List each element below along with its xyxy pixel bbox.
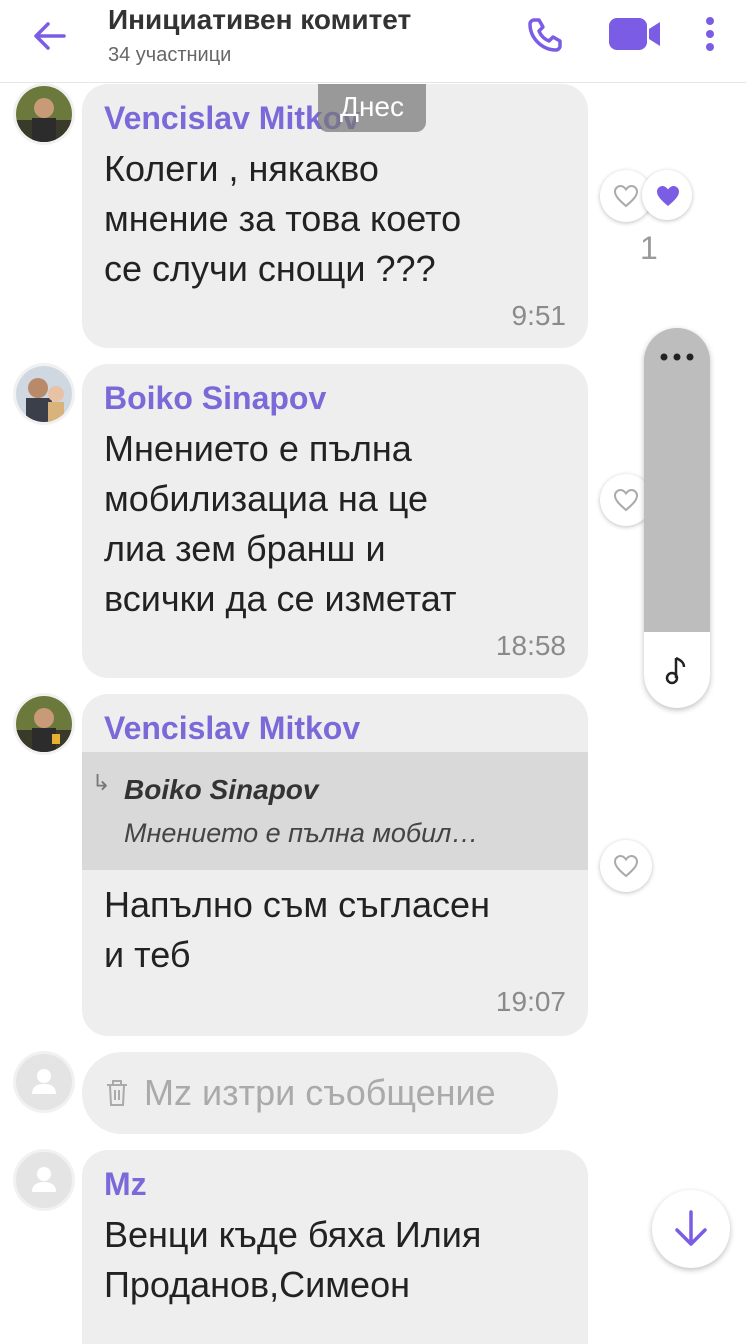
avatar[interactable]	[16, 86, 72, 142]
chat-header: Инициативен комитет 34 участници	[0, 0, 746, 83]
more-horizontal-icon[interactable]	[658, 350, 696, 364]
liked-heart-button[interactable]	[642, 170, 692, 220]
arrow-down-icon	[675, 1210, 707, 1246]
message-time: 18:58	[495, 630, 566, 661]
message-text: Колеги , някакво мнение за това което се…	[104, 148, 462, 289]
message-time: 9:51	[511, 300, 567, 331]
quoted-reply[interactable]: ↳ Boiko Sinapov Мнението е пълна мобил…	[82, 752, 588, 870]
deleted-message: Mz изтри съобщение	[82, 1052, 558, 1134]
chat-title[interactable]: Инициативен комитет	[108, 4, 411, 36]
like-button[interactable]	[600, 840, 652, 892]
quoted-sender: Boiko Sinapov	[124, 774, 319, 805]
heart-icon	[613, 854, 639, 878]
heart-icon	[613, 488, 639, 512]
message-time: 19:07	[495, 986, 566, 1017]
message-bubble[interactable]: Boiko Sinapov Мнението е пълна мобилизац…	[82, 364, 588, 678]
message-text: Венци къде бяха Илия Проданов,Симеон	[104, 1214, 482, 1305]
message-bubble[interactable]: Vencislav Mitkov ↳ Boiko Sinapov Мнениет…	[82, 694, 588, 1036]
video-camera-icon[interactable]	[606, 12, 664, 56]
heart-icon	[613, 184, 639, 208]
message-text: Напълно съм съгласен и теб	[104, 884, 490, 975]
trash-icon	[107, 1080, 127, 1106]
participants-count[interactable]: 34 участници	[108, 44, 231, 67]
more-vertical-icon[interactable]	[696, 12, 724, 56]
sender-name[interactable]: Boiko Sinapov	[104, 380, 326, 417]
music-note-icon	[665, 656, 686, 685]
avatar[interactable]	[16, 696, 72, 752]
avatar[interactable]	[16, 1152, 72, 1208]
message-bubble[interactable]: Mz Венци къде бяха Илия Проданов,Симеон	[82, 1150, 588, 1344]
deleted-message-text: Mz изтри съобщение	[144, 1072, 496, 1113]
message-text: Мнението е пълна мобилизациа на це лиа з…	[104, 428, 457, 619]
back-arrow-icon[interactable]	[28, 14, 72, 58]
sender-name[interactable]: Vencislav Mitkov	[104, 710, 360, 747]
reply-arrow-icon: ↳	[92, 770, 111, 795]
avatar[interactable]	[16, 1054, 72, 1110]
avatar[interactable]	[16, 366, 72, 422]
heart-icon	[657, 186, 679, 206]
scroll-to-bottom-button[interactable]	[652, 1190, 730, 1268]
like-count: 1	[640, 230, 658, 266]
side-action-panel[interactable]	[644, 328, 710, 708]
music-button[interactable]	[644, 632, 710, 708]
sender-name[interactable]: Mz	[104, 1166, 147, 1203]
phone-icon[interactable]	[524, 12, 568, 56]
day-separator: Днес	[318, 84, 426, 132]
quoted-text: Мнението е пълна мобил…	[124, 818, 479, 848]
